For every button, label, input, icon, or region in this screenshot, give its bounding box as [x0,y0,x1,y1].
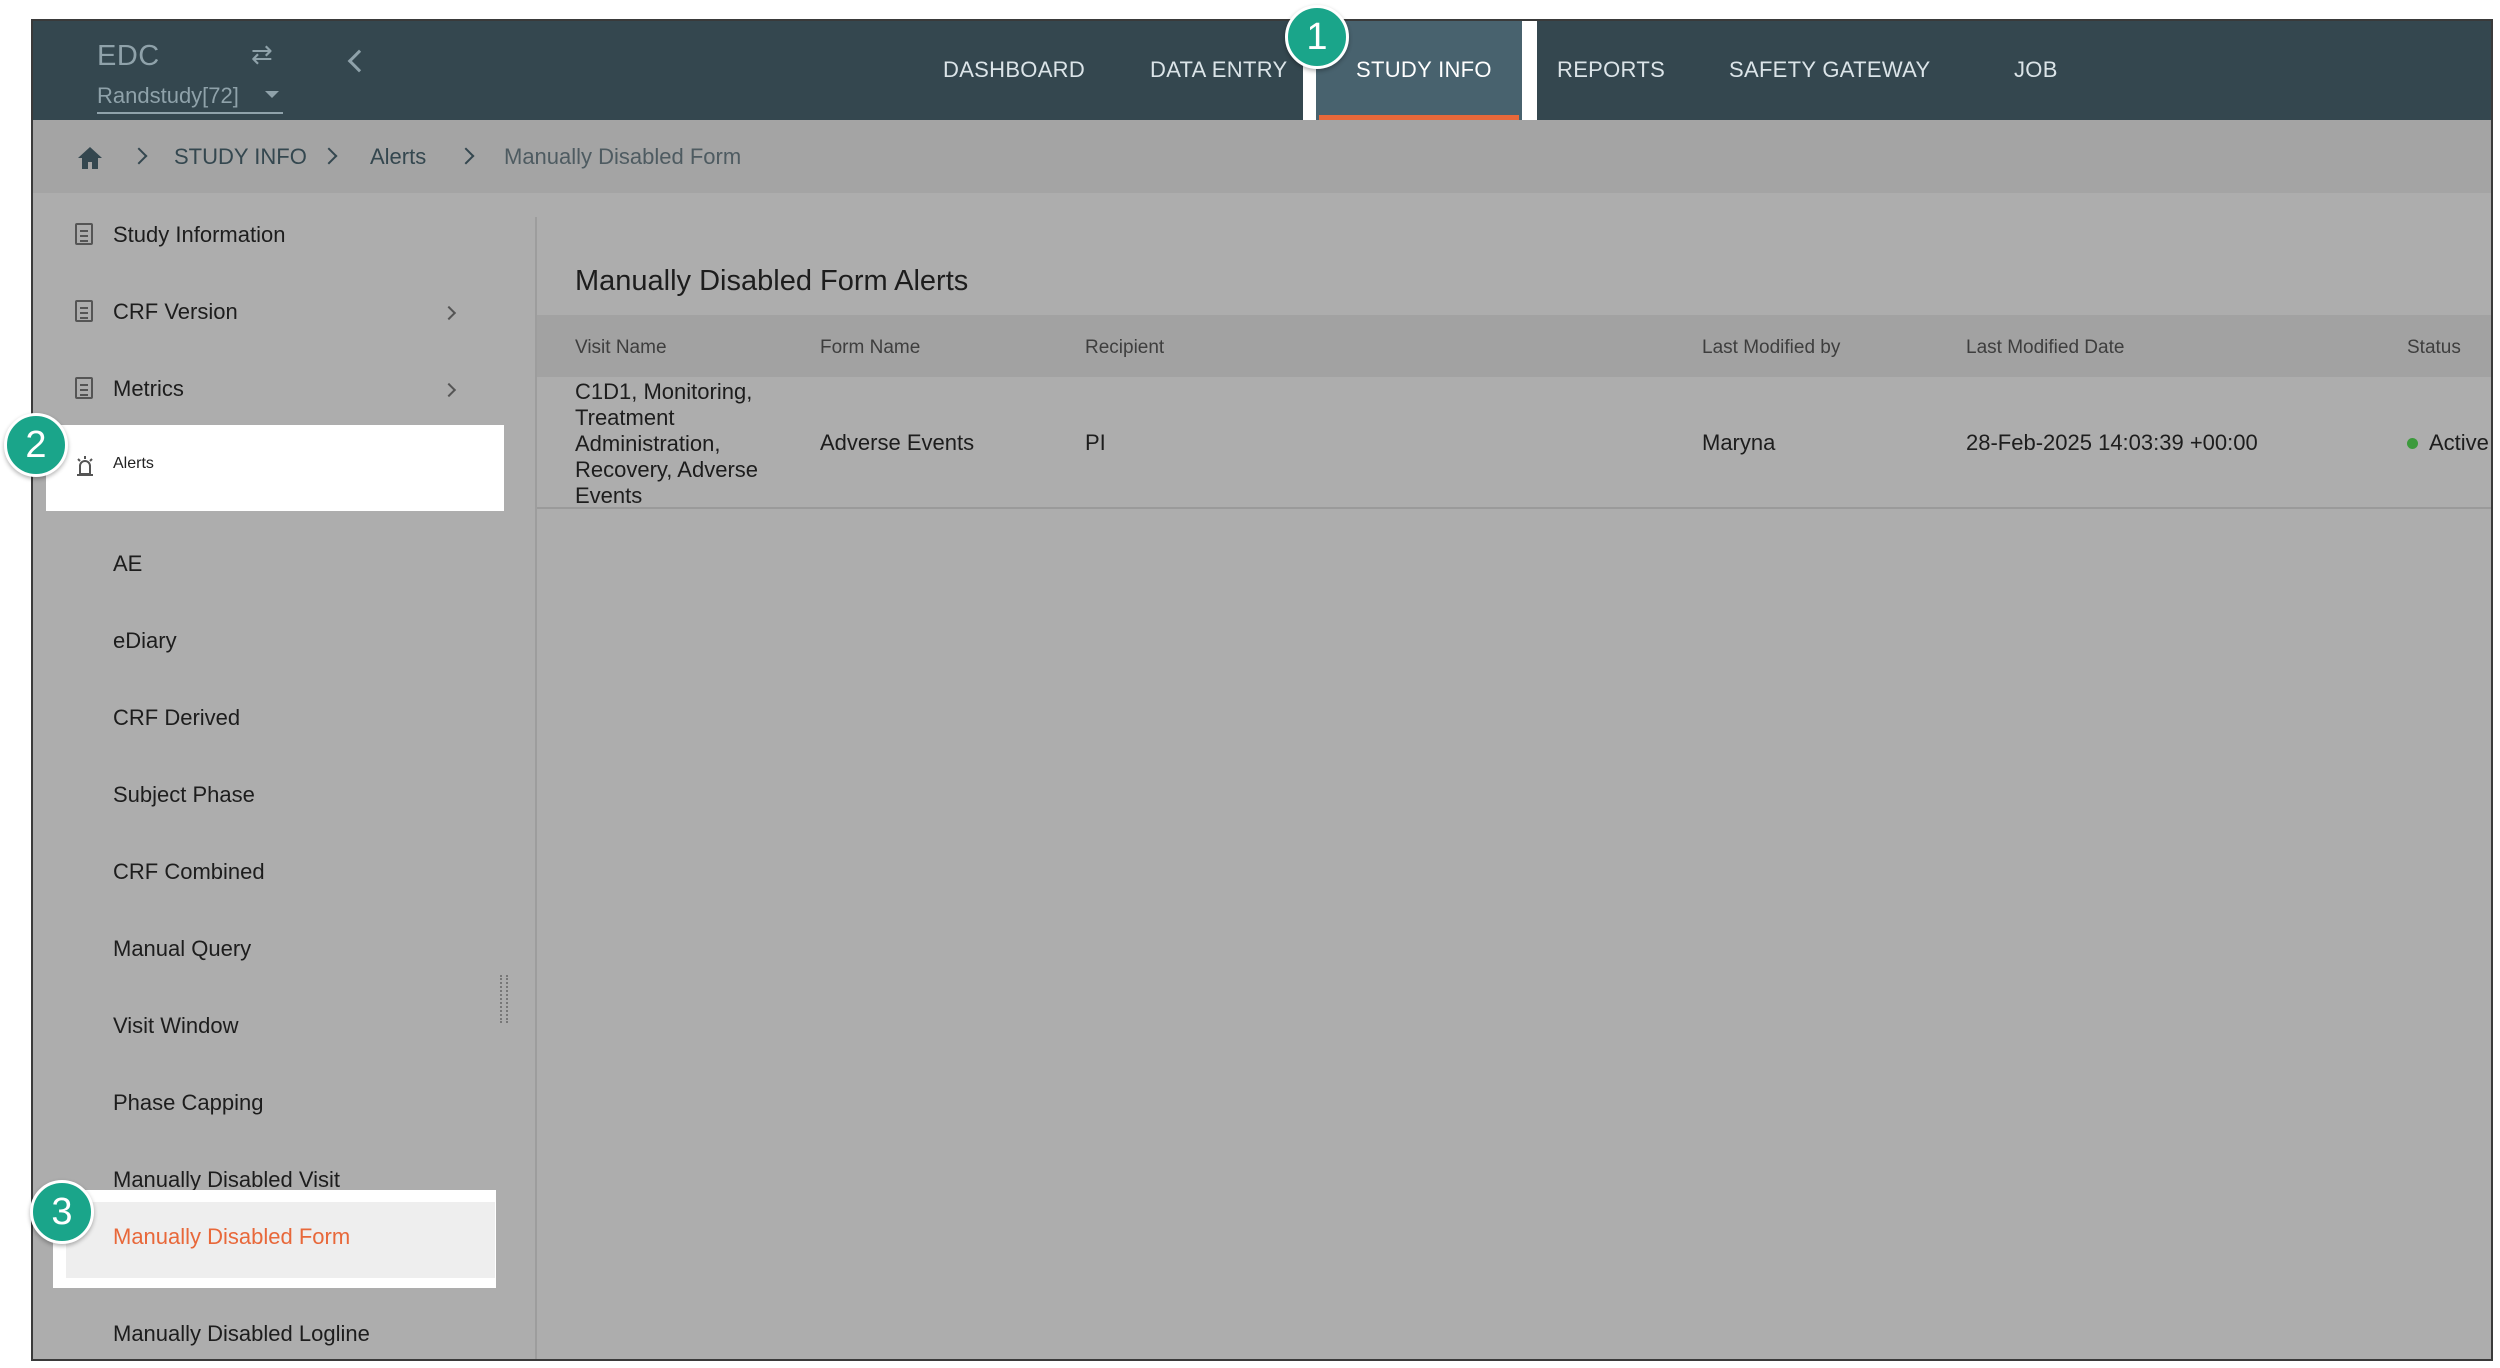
tab-data-entry[interactable]: DATA ENTRY [1150,57,1287,83]
sidebar-item-label: Alerts [113,455,154,472]
swap-study-icon[interactable]: ⇄ [251,39,273,70]
sidebar-item-alerts[interactable]: Alerts [46,425,504,511]
column-header-visit-name[interactable]: Visit Name [575,337,667,359]
study-name: Randstudy[72] [97,83,239,108]
breadcrumb-current: Manually Disabled Form [504,144,742,169]
column-header-status[interactable]: Status [2407,337,2461,359]
home-icon[interactable] [77,146,103,170]
sidebar-subitem-manually-disabled-logline[interactable]: Manually Disabled Logline [113,1321,370,1347]
main-panel: Manually Disabled Form Alerts Visit Name… [535,217,2491,1359]
cell-visit-name: C1D1, Monitoring, Treatment Administrati… [575,379,759,508]
callout-badge-2: 2 [4,413,68,477]
tab-study-info[interactable]: STUDY INFO [1356,57,1492,83]
sidebar-subitem-manually-disabled-form[interactable]: Manually Disabled Form [53,1190,496,1288]
breadcrumb-separator-icon [457,147,475,165]
status-active-dot-icon [2407,438,2418,449]
app-window: EDC ⇄ Randstudy[72] DASHBOARD DATA ENTRY… [31,19,2493,1361]
status-badge: Active [2429,430,2489,455]
column-header-recipient[interactable]: Recipient [1085,337,1164,359]
sidebar-item-crf-version[interactable]: CRF Version [33,274,519,351]
sidebar-item-label: CRF Version [113,299,238,324]
sidebar-subitem-subject-phase[interactable]: Subject Phase [113,782,255,808]
tab-safety-gateway[interactable]: SAFETY GATEWAY [1729,57,1930,83]
cell-last-modified-by: Maryna [1702,430,1776,455]
column-header-last-modified-date[interactable]: Last Modified Date [1966,337,2124,359]
sidebar-subitem-manual-query[interactable]: Manual Query [113,936,251,962]
table-row[interactable]: C1D1, Monitoring, Treatment Administrati… [537,377,2491,509]
tab-reports[interactable]: REPORTS [1557,57,1665,83]
table-header: Visit Name Form Name Recipient Last Modi… [537,315,2491,377]
sidebar-item-metrics[interactable]: Metrics [33,351,519,428]
chevron-right-icon [441,382,457,398]
metrics-icon [75,377,93,399]
study-selector[interactable]: Randstudy[72] [97,83,283,114]
app-brand: EDC [97,40,160,72]
tab-job[interactable]: JOB [2014,57,2058,83]
cell-status: Active [2407,430,2489,456]
resize-handle[interactable] [500,975,508,1023]
chevron-right-icon [441,305,457,321]
sidebar-item-label: Study Information [113,222,286,247]
sidebar-item-label: Metrics [113,376,184,401]
collapse-sidebar-icon[interactable] [347,49,371,73]
form-icon [75,300,93,322]
cell-last-modified-date: 28-Feb-2025 14:03:39 +00:00 [1966,430,2258,455]
sidebar-subitem-crf-derived[interactable]: CRF Derived [113,705,240,731]
page-title: Manually Disabled Form Alerts [575,265,969,297]
callout-badge-3: 3 [30,1180,94,1244]
cell-form-name: Adverse Events [820,430,975,455]
column-header-form-name[interactable]: Form Name [820,337,920,359]
breadcrumb-separator-icon [320,147,338,165]
sidebar: Study Information CRF Version Metrics Al… [33,193,519,1359]
breadcrumb: STUDY INFO Alerts Manually Disabled Form [33,120,2491,193]
column-header-last-modified-by[interactable]: Last Modified by [1702,337,1840,359]
breadcrumb-alerts[interactable]: Alerts [370,144,426,170]
document-icon [75,223,93,245]
chevron-down-icon [265,91,279,98]
sidebar-item-study-information[interactable]: Study Information [33,197,519,274]
alarm-icon [77,456,93,476]
breadcrumb-study-info[interactable]: STUDY INFO [174,144,307,170]
tab-dashboard[interactable]: DASHBOARD [943,57,1085,83]
sidebar-item-label: Manually Disabled Form [113,1224,351,1249]
breadcrumb-separator-icon [130,147,148,165]
sidebar-subitem-ae[interactable]: AE [113,551,142,577]
cell-recipient: PI [1085,430,1106,455]
sidebar-subitem-phase-capping[interactable]: Phase Capping [113,1090,263,1116]
top-navigation-bar: EDC ⇄ Randstudy[72] DASHBOARD DATA ENTRY… [33,21,2491,134]
sidebar-subitem-crf-combined[interactable]: CRF Combined [113,859,265,885]
callout-badge-1: 1 [1285,5,1349,69]
sidebar-subitem-ediary[interactable]: eDiary [113,628,177,654]
sidebar-subitem-visit-window[interactable]: Visit Window [113,1013,239,1039]
